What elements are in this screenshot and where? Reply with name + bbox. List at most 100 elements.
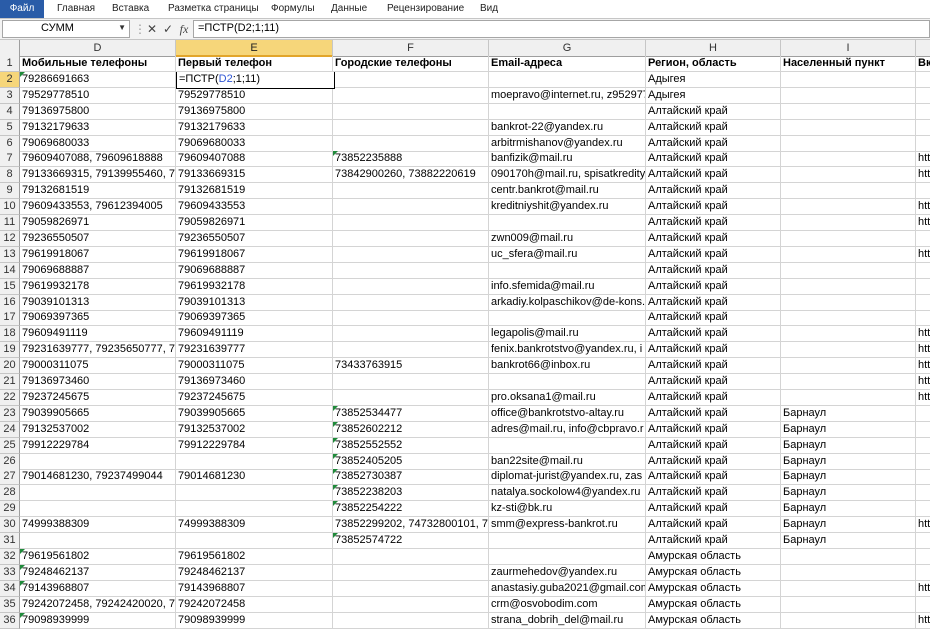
- row-header[interactable]: 29: [0, 501, 20, 518]
- cell-d[interactable]: 79014681230, 79237499044: [20, 469, 176, 486]
- cell-h[interactable]: Алтайский край: [646, 469, 781, 486]
- cell-e[interactable]: 79619932178: [176, 278, 333, 295]
- cell-d[interactable]: [20, 485, 176, 502]
- row-header[interactable]: 20: [0, 358, 20, 375]
- cell-h[interactable]: Алтайский край: [646, 517, 781, 534]
- cell-h[interactable]: Амурская область: [646, 564, 781, 581]
- cell-j[interactable]: [916, 310, 930, 327]
- cell-d[interactable]: 79132179633: [20, 119, 176, 136]
- cell-f[interactable]: [333, 246, 489, 263]
- cell-h[interactable]: Алтайский край: [646, 342, 781, 359]
- cell-g[interactable]: uc_sfera@mail.ru: [489, 246, 646, 263]
- cell-e[interactable]: 79098939999: [176, 612, 333, 629]
- row-header[interactable]: 25: [0, 437, 20, 454]
- cell-f[interactable]: [333, 342, 489, 359]
- cell-i[interactable]: [781, 230, 916, 247]
- cell-f[interactable]: [333, 612, 489, 629]
- cell-i[interactable]: [781, 151, 916, 168]
- cell-j[interactable]: htt: [916, 167, 930, 184]
- cell-d[interactable]: 79619932178: [20, 278, 176, 295]
- cell-f[interactable]: [333, 310, 489, 327]
- cell-j[interactable]: [916, 263, 930, 279]
- cell-h[interactable]: Алтайский край: [646, 501, 781, 518]
- cell-e[interactable]: 79231639777: [176, 342, 333, 359]
- cell-d[interactable]: 79132681519: [20, 183, 176, 200]
- cell-f[interactable]: 73852254222: [333, 501, 489, 518]
- row-header[interactable]: 12: [0, 230, 20, 247]
- cell-f[interactable]: [333, 278, 489, 295]
- cell-g[interactable]: [489, 548, 646, 565]
- cell-j[interactable]: [916, 104, 930, 120]
- cell-f[interactable]: [333, 389, 489, 406]
- row-header[interactable]: 34: [0, 580, 20, 597]
- cell-h[interactable]: Алтайский край: [646, 485, 781, 502]
- row-header[interactable]: 4: [0, 103, 20, 120]
- cell-g[interactable]: kz-sti@bk.ru: [489, 501, 646, 518]
- cell-i[interactable]: [781, 246, 916, 263]
- cell-d[interactable]: 79039101313: [20, 294, 176, 311]
- cell-j[interactable]: [916, 549, 930, 565]
- cell-d[interactable]: 79059826971: [20, 215, 176, 231]
- cell-g[interactable]: [489, 262, 646, 279]
- cell-g[interactable]: bankrot-22@yandex.ru: [489, 119, 646, 136]
- cell-d[interactable]: 79098939999: [20, 612, 176, 629]
- cell-d[interactable]: 79133669315, 79139955460, 7923: [20, 167, 176, 184]
- row-header[interactable]: 23: [0, 405, 20, 422]
- row-header[interactable]: 22: [0, 389, 20, 406]
- cell-f[interactable]: 73852235888: [333, 151, 489, 168]
- cell-d[interactable]: 79069688887: [20, 262, 176, 279]
- cell-d[interactable]: 79039905665: [20, 405, 176, 422]
- cell-j[interactable]: htt: [916, 247, 930, 263]
- row-header[interactable]: 26: [0, 453, 20, 470]
- cell-i[interactable]: [781, 389, 916, 406]
- cell-j[interactable]: htt: [916, 199, 930, 216]
- row-header[interactable]: 16: [0, 294, 20, 311]
- cell-i[interactable]: [781, 342, 916, 359]
- cell-j[interactable]: htt: [916, 151, 930, 168]
- cell-h[interactable]: Амурская область: [646, 612, 781, 629]
- cell-g[interactable]: centr.bankrot@mail.ru: [489, 183, 646, 200]
- row-header[interactable]: 33: [0, 564, 20, 581]
- row-header[interactable]: 27: [0, 469, 20, 486]
- cell-j[interactable]: htt: [916, 390, 930, 406]
- cell-g[interactable]: [489, 215, 646, 231]
- cell-j[interactable]: htt: [916, 374, 930, 390]
- tab-page-layout[interactable]: Разметка страницы: [168, 0, 259, 18]
- row-header[interactable]: 18: [0, 326, 20, 343]
- cell-f[interactable]: [333, 294, 489, 311]
- cell-h[interactable]: Алтайский край: [646, 421, 781, 438]
- cell-j[interactable]: [916, 533, 930, 549]
- cell-i[interactable]: [781, 183, 916, 200]
- cell-f[interactable]: 73852299202, 74732800101, 7861: [333, 517, 489, 534]
- row-header[interactable]: 6: [0, 135, 20, 152]
- cell-e[interactable]: 79609407088: [176, 151, 333, 168]
- cell-h[interactable]: Алтайский край: [646, 215, 781, 231]
- row-header[interactable]: 24: [0, 421, 20, 438]
- cell-h[interactable]: Амурская область: [646, 580, 781, 597]
- cell-h[interactable]: Алтайский край: [646, 437, 781, 454]
- cell-j[interactable]: [916, 597, 930, 613]
- cell-f[interactable]: [333, 262, 489, 279]
- row-header[interactable]: 2: [0, 71, 20, 88]
- column-header-j[interactable]: [916, 40, 930, 57]
- cell-j[interactable]: [916, 422, 930, 438]
- cell-f[interactable]: 73852238203: [333, 485, 489, 502]
- tab-data[interactable]: Данные: [331, 0, 367, 18]
- cell-d[interactable]: 79231639777, 79235650777, 7923: [20, 342, 176, 359]
- row-header[interactable]: 21: [0, 374, 20, 390]
- cell-i[interactable]: [781, 278, 916, 295]
- cell-j[interactable]: [916, 485, 930, 502]
- row-header[interactable]: 31: [0, 533, 20, 549]
- cell-e[interactable]: 79143968807: [176, 580, 333, 597]
- column-header-i[interactable]: I: [781, 40, 916, 57]
- cell-h[interactable]: Алтайский край: [646, 405, 781, 422]
- cell-i[interactable]: Барнаул: [781, 469, 916, 486]
- cell-i[interactable]: [781, 119, 916, 136]
- cell-d[interactable]: 79286691663: [20, 71, 176, 88]
- cell-f[interactable]: [333, 596, 489, 613]
- cell-f[interactable]: 73852534477: [333, 405, 489, 422]
- cell-j[interactable]: [916, 406, 930, 422]
- cell-i[interactable]: Барнаул: [781, 405, 916, 422]
- cell-f[interactable]: 73433763915: [333, 358, 489, 375]
- enter-icon[interactable]: ✓: [161, 21, 175, 37]
